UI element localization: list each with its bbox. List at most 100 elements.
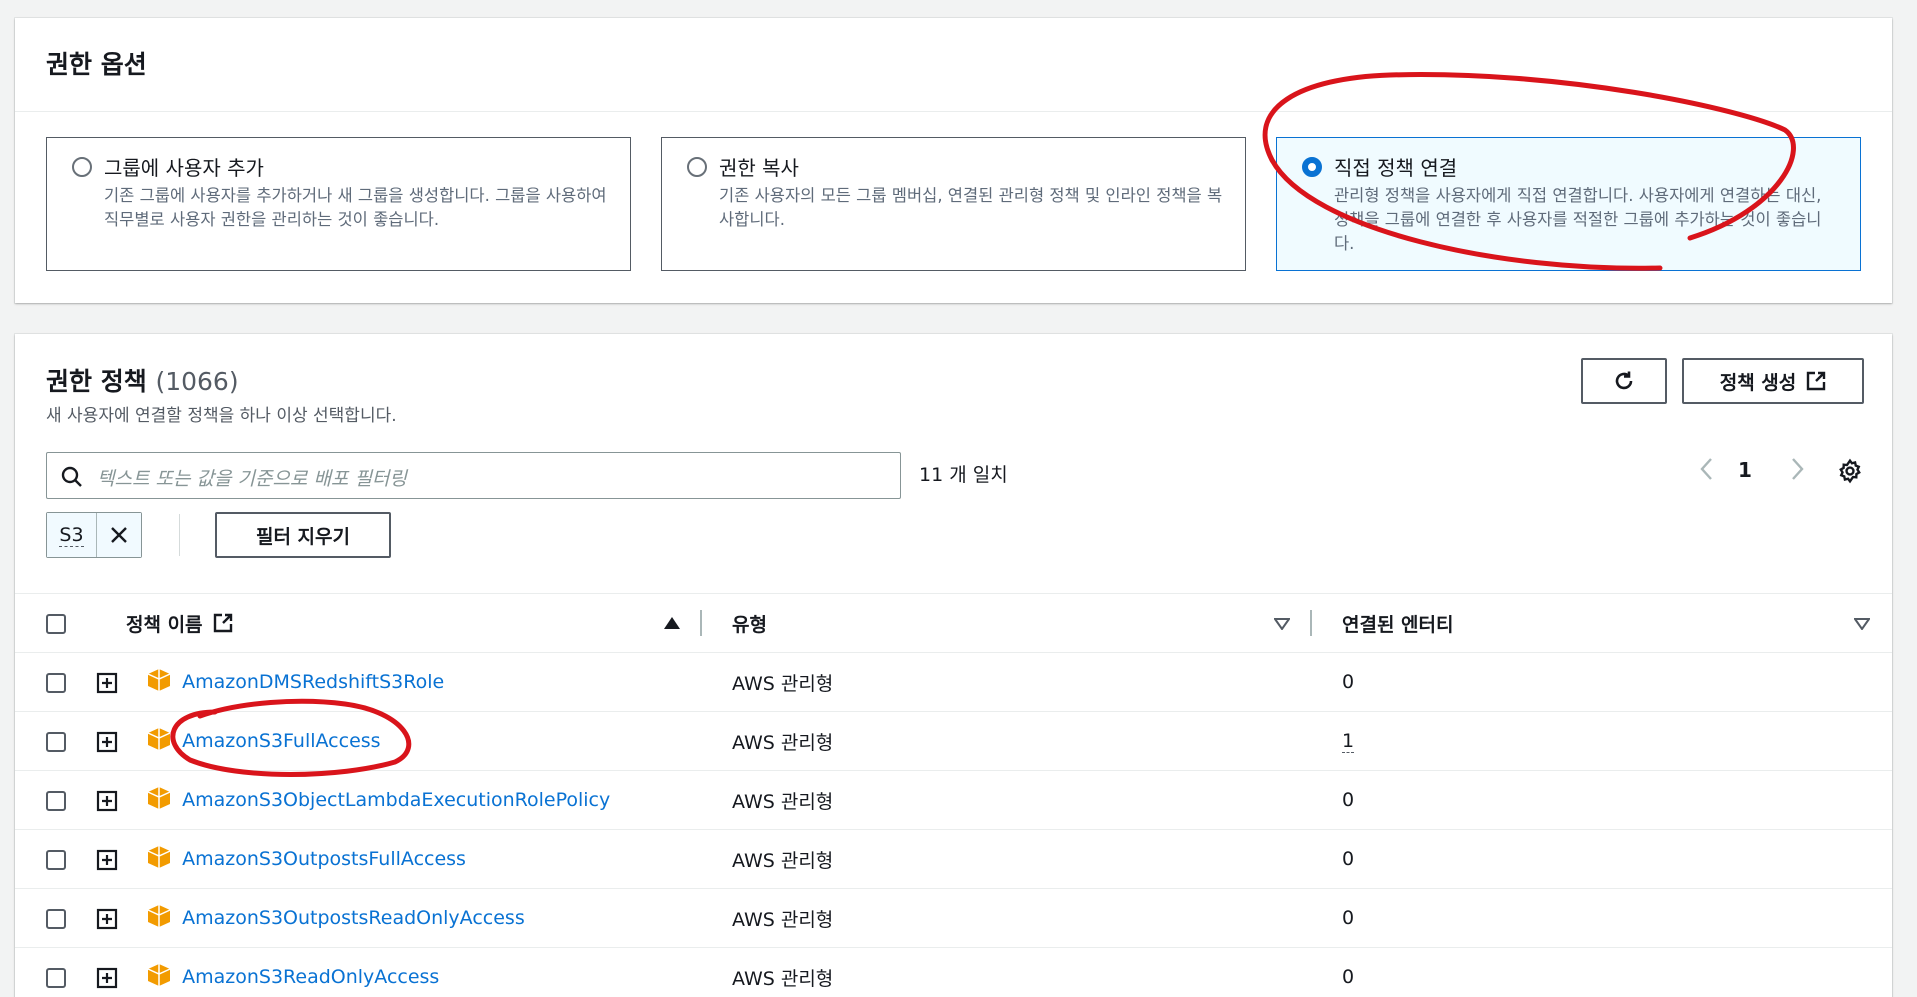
search-placeholder: 텍스트 또는 값을 기준으로 배포 필터링 xyxy=(97,468,407,490)
table-row[interactable]: AmazonS3ReadOnlyAccess AWS 관리형 0 xyxy=(15,947,1892,997)
radio-copy-permissions[interactable] xyxy=(687,157,707,177)
column-header-type[interactable]: 유형 xyxy=(702,593,1312,653)
external-link-icon xyxy=(1807,371,1826,391)
refresh-icon xyxy=(1615,371,1633,390)
policy-name-link[interactable]: AmazonDMSRedshiftS3Role xyxy=(182,671,444,693)
row-select-cell xyxy=(15,947,96,997)
radio-add-to-group[interactable] xyxy=(72,157,92,177)
expand-row-button[interactable] xyxy=(96,790,118,812)
refresh-button[interactable] xyxy=(1581,358,1667,404)
policy-name-link[interactable]: AmazonS3ReadOnlyAccess xyxy=(182,966,439,988)
divider xyxy=(179,514,180,556)
pagination-prev[interactable] xyxy=(1698,456,1716,487)
pagination-page-number[interactable]: 1 xyxy=(1738,458,1752,482)
row-checkbox[interactable] xyxy=(46,967,66,988)
policies-subtitle: 새 사용자에 연결할 정책을 하나 이상 선택합니다. xyxy=(46,406,397,426)
aws-package-icon xyxy=(146,904,172,933)
search-icon xyxy=(61,466,82,487)
clear-filters-button[interactable]: 필터 지우기 xyxy=(215,512,391,558)
attached-entities-cell: 1 xyxy=(1312,711,1892,771)
policies-count: (1066) xyxy=(155,367,239,396)
policies-title-text: 권한 정책 xyxy=(46,367,147,396)
aws-package-icon xyxy=(146,963,172,992)
attached-entities-count: 0 xyxy=(1342,966,1355,988)
policy-type-cell: AWS 관리형 xyxy=(702,711,1312,771)
row-select-cell xyxy=(15,829,96,889)
table-row[interactable]: AmazonS3FullAccess AWS 관리형 1 xyxy=(15,711,1892,771)
sort-icon xyxy=(1854,618,1870,630)
row-checkbox[interactable] xyxy=(46,731,66,752)
aws-package-icon xyxy=(146,786,172,815)
row-checkbox[interactable] xyxy=(46,908,66,929)
table-header-row: 정책 이름 유형 연결된 엔터티 xyxy=(15,593,1892,653)
permission-options-title: 권한 옵션 xyxy=(46,50,147,79)
column-header-entities[interactable]: 연결된 엔터티 xyxy=(1312,593,1892,653)
match-count: 11 개 일치 xyxy=(919,464,1008,486)
permission-policies-title: 권한 정책 (1066) xyxy=(46,362,239,398)
row-select-cell xyxy=(15,770,96,830)
table-row[interactable]: AmazonS3ObjectLambdaExecutionRolePolicy … xyxy=(15,770,1892,830)
option-attach-policies-directly[interactable]: 직접 정책 연결 관리형 정책을 사용자에게 직접 연결합니다. 사용자에게 연… xyxy=(1276,137,1861,271)
create-policy-button[interactable]: 정책 생성 xyxy=(1682,358,1864,404)
expand-icon xyxy=(96,790,118,812)
expand-icon xyxy=(96,849,118,871)
aws-package-icon xyxy=(146,845,172,874)
radio-attach-policies-directly[interactable] xyxy=(1302,157,1322,177)
policy-name-cell: AmazonS3ObjectLambdaExecutionRolePolicy xyxy=(96,770,702,830)
row-select-cell xyxy=(15,652,96,712)
filter-token-label: S3 xyxy=(47,513,97,557)
policy-name-link[interactable]: AmazonS3ObjectLambdaExecutionRolePolicy xyxy=(182,789,610,811)
row-checkbox[interactable] xyxy=(46,790,66,811)
aws-package-icon xyxy=(146,727,172,756)
policy-name-cell: AmazonS3OutpostsFullAccess xyxy=(96,829,702,889)
divider xyxy=(15,111,1892,112)
attached-entities-count: 0 xyxy=(1342,671,1355,693)
select-all-checkbox[interactable] xyxy=(46,613,66,634)
column-entities-label: 연결된 엔터티 xyxy=(1342,613,1454,636)
external-link-icon xyxy=(213,613,232,633)
policy-name-link[interactable]: AmazonS3OutpostsReadOnlyAccess xyxy=(182,907,525,929)
row-checkbox[interactable] xyxy=(46,672,66,693)
policy-name-link[interactable]: AmazonS3FullAccess xyxy=(182,730,380,752)
attached-entities-cell: 0 xyxy=(1312,947,1892,997)
attached-entities-cell: 0 xyxy=(1312,770,1892,830)
table-row[interactable]: AmazonDMSRedshiftS3Role AWS 관리형 0 xyxy=(15,652,1892,712)
attached-entities-cell: 0 xyxy=(1312,652,1892,712)
sort-ascending-icon xyxy=(664,617,680,629)
policy-name-cell: AmazonS3FullAccess xyxy=(96,711,702,771)
attached-entities-count: 0 xyxy=(1342,848,1355,870)
policy-name-cell: AmazonS3ReadOnlyAccess xyxy=(96,947,702,997)
expand-row-button[interactable] xyxy=(96,967,118,989)
table-settings-button[interactable] xyxy=(1837,458,1863,489)
expand-icon xyxy=(96,672,118,694)
pagination-next[interactable] xyxy=(1788,456,1806,487)
table-row[interactable]: AmazonS3OutpostsFullAccess AWS 관리형 0 xyxy=(15,829,1892,889)
expand-row-button[interactable] xyxy=(96,849,118,871)
policy-type-cell: AWS 관리형 xyxy=(702,652,1312,712)
option-description: 기존 그룹에 사용자를 추가하거나 새 그룹을 생성합니다. 그룹을 사용하여 … xyxy=(104,186,607,229)
policy-name-link[interactable]: AmazonS3OutpostsFullAccess xyxy=(182,848,466,870)
attached-entities-cell: 0 xyxy=(1312,829,1892,889)
remove-filter-button[interactable] xyxy=(97,513,141,557)
attached-entities-count: 0 xyxy=(1342,907,1355,929)
option-copy-permissions[interactable]: 권한 복사 기존 사용자의 모든 그룹 멤버십, 연결된 관리형 정책 및 인라… xyxy=(661,137,1246,271)
aws-package-icon xyxy=(146,668,172,697)
policy-type-cell: AWS 관리형 xyxy=(702,947,1312,997)
column-name-label: 정책 이름 xyxy=(126,613,203,636)
policy-type-cell: AWS 관리형 xyxy=(702,770,1312,830)
expand-row-button[interactable] xyxy=(96,731,118,753)
close-icon xyxy=(111,527,127,543)
option-description: 기존 사용자의 모든 그룹 멤버십, 연결된 관리형 정책 및 인라인 정책을 … xyxy=(719,186,1223,229)
expand-icon xyxy=(96,967,118,989)
attached-entities-count: 1 xyxy=(1342,730,1355,753)
row-checkbox[interactable] xyxy=(46,849,66,870)
policy-type-cell: AWS 관리형 xyxy=(702,829,1312,889)
table-row[interactable]: AmazonS3OutpostsReadOnlyAccess AWS 관리형 0 xyxy=(15,888,1892,948)
expand-row-button[interactable] xyxy=(96,908,118,930)
expand-row-button[interactable] xyxy=(96,672,118,694)
filter-search-input[interactable]: 텍스트 또는 값을 기준으로 배포 필터링 xyxy=(46,452,901,499)
option-add-to-group[interactable]: 그룹에 사용자 추가 기존 그룹에 사용자를 추가하거나 새 그룹을 생성합니다… xyxy=(46,137,631,271)
policy-type-cell: AWS 관리형 xyxy=(702,888,1312,948)
column-header-name[interactable]: 정책 이름 xyxy=(96,593,702,653)
sort-icon xyxy=(1274,618,1290,630)
